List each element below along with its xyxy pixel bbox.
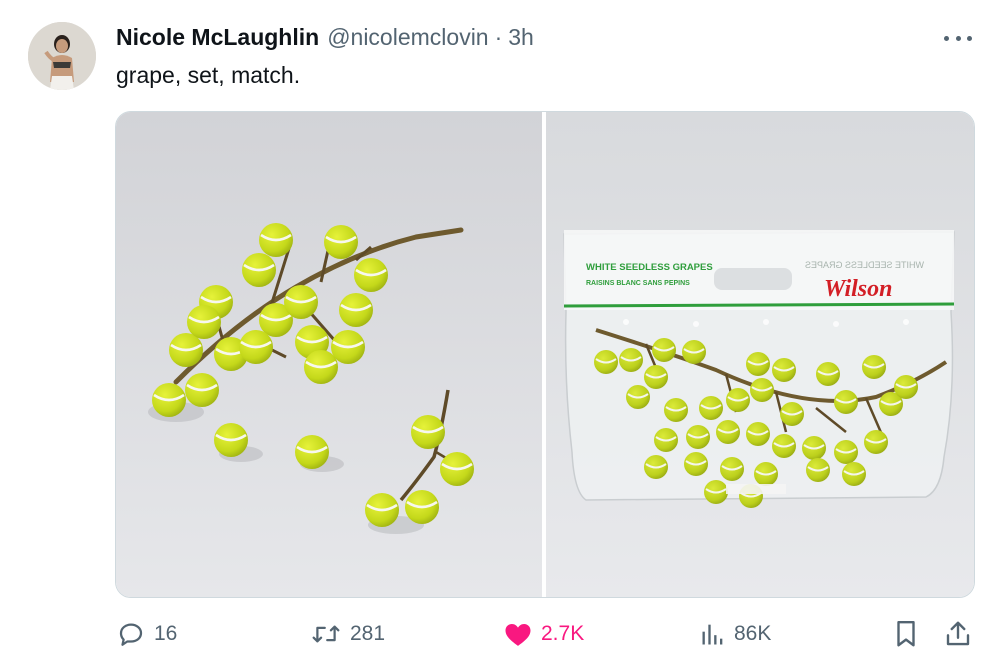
views-button[interactable]: 86K — [700, 612, 771, 656]
tweet-header: Nicole McLaughlin @nicolemclovin · 3h — [116, 24, 534, 54]
like-button[interactable]: 2.7K — [503, 612, 584, 656]
reply-count: 16 — [154, 622, 178, 645]
timestamp[interactable]: 3h — [508, 24, 534, 51]
bag-brand: Wilson — [824, 276, 892, 302]
photo-tennis-ball-grapes[interactable] — [116, 112, 542, 597]
separator: · — [494, 24, 503, 50]
share-button[interactable] — [944, 612, 980, 656]
bookmark-button[interactable] — [893, 612, 927, 656]
bag-label: WHITE SEEDLESS GRAPES — [586, 262, 713, 273]
more-icon[interactable] — [944, 26, 972, 50]
reply-button[interactable]: 16 — [116, 612, 177, 656]
author-handle[interactable]: @nicolemclovin — [327, 24, 488, 51]
bookmark-icon — [897, 620, 915, 647]
avatar-image — [28, 22, 96, 90]
retweet-button[interactable]: 281 — [310, 612, 385, 656]
retweet-count: 281 — [350, 622, 386, 645]
retweet-icon — [312, 625, 340, 643]
share-icon — [946, 621, 970, 646]
bag-mirror-label: WHITE SEEDLESS GRAPES — [805, 260, 924, 270]
bag-sublabel: RAISINS BLANC SANS PEPINS — [586, 280, 690, 287]
reply-icon — [119, 623, 143, 646]
views-count: 86K — [734, 622, 772, 645]
media-grid: WHITE SEEDLESS GRAPES RAISINS BLANC SANS… — [115, 111, 975, 598]
tweet: Nicole McLaughlin @nicolemclovin · 3h gr… — [0, 0, 1000, 671]
avatar[interactable] — [28, 22, 96, 90]
action-bar: 16 281 2.7K 86K — [0, 612, 1000, 656]
views-icon — [702, 624, 723, 645]
like-icon — [505, 624, 531, 646]
photo-grapes-in-bag[interactable]: WHITE SEEDLESS GRAPES RAISINS BLANC SANS… — [546, 112, 974, 597]
like-count: 2.7K — [541, 622, 585, 645]
tweet-text: grape, set, match. — [116, 62, 301, 88]
author-name[interactable]: Nicole McLaughlin — [116, 24, 319, 51]
